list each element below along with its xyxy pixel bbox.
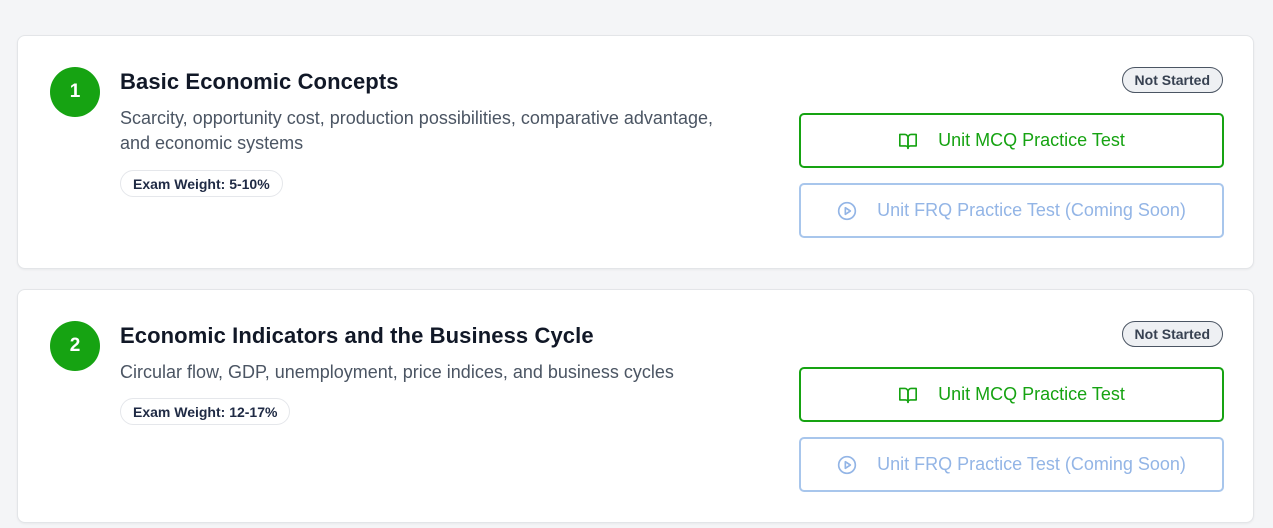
- unit-card: 1 Basic Economic Concepts Scarcity, oppo…: [17, 35, 1254, 269]
- unit-description: Circular flow, GDP, unemployment, price …: [120, 362, 674, 382]
- unit-number-badge: 1: [50, 67, 100, 117]
- unit-card: 2 Economic Indicators and the Business C…: [17, 289, 1254, 523]
- status-badge: Not Started: [1121, 321, 1223, 347]
- button-label: Unit FRQ Practice Test (Coming Soon): [877, 454, 1186, 474]
- button-label: Unit MCQ Practice Test: [938, 130, 1125, 150]
- button-label: Unit MCQ Practice Test: [938, 384, 1125, 404]
- unit-mcq-practice-test-button[interactable]: Unit MCQ Practice Test: [799, 113, 1224, 168]
- unit-description: Scarcity, opportunity cost, production p…: [120, 108, 713, 153]
- button-label: Unit FRQ Practice Test (Coming Soon): [877, 200, 1186, 220]
- play-circle-icon: [837, 455, 857, 475]
- play-circle-icon: [837, 201, 857, 221]
- unit-frq-practice-test-button[interactable]: Unit FRQ Practice Test (Coming Soon): [799, 183, 1224, 238]
- unit-title: Basic Economic Concepts: [120, 69, 399, 94]
- exam-weight-badge: Exam Weight: 12-17%: [120, 398, 291, 425]
- unit-title: Economic Indicators and the Business Cyc…: [120, 323, 594, 348]
- book-open-icon: [898, 386, 918, 404]
- unit-number-badge: 2: [50, 321, 100, 371]
- unit-mcq-practice-test-button[interactable]: Unit MCQ Practice Test: [799, 367, 1224, 422]
- exam-weight-badge: Exam Weight: 5-10%: [120, 170, 283, 197]
- status-badge: Not Started: [1121, 67, 1223, 93]
- unit-frq-practice-test-button[interactable]: Unit FRQ Practice Test (Coming Soon): [799, 437, 1224, 492]
- book-open-icon: [898, 132, 918, 150]
